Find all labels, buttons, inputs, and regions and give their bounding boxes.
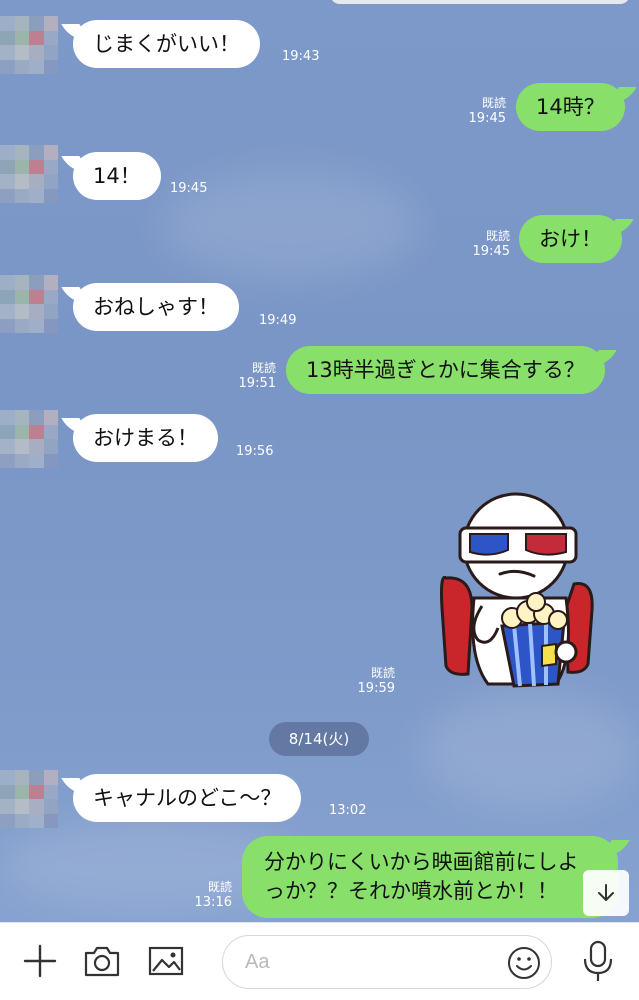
read-receipt: 既読 [481, 96, 506, 110]
camera-button[interactable] [82, 941, 122, 981]
incoming-message-bubble[interactable]: キャナルのどこ〜？ [73, 774, 302, 822]
message-meta: 既読 13:16 [190, 879, 232, 911]
message-meta: 既読 19:59 [351, 665, 395, 697]
contact-avatar[interactable] [0, 410, 58, 468]
incoming-message-bubble[interactable]: おけまる！ [73, 414, 218, 462]
message-time: 19:45 [472, 244, 510, 259]
message-time: 19:45 [468, 111, 506, 126]
contact-avatar[interactable] [0, 275, 58, 333]
read-receipt: 既読 [251, 361, 276, 375]
image-button[interactable] [146, 941, 186, 981]
message-time: 19:45 [170, 181, 208, 196]
message-input[interactable]: Aa [222, 935, 552, 989]
plus-icon [23, 944, 57, 978]
incoming-message-bubble[interactable]: 14！ [73, 152, 161, 200]
incoming-message-bubble[interactable]: じまくがいい！ [73, 20, 260, 68]
message-time: 19:49 [259, 313, 297, 328]
chat-area[interactable]: じまくがいい！ 19:43 既読 19:45 14時？ 14！ 19:45 既読… [0, 0, 639, 922]
image-icon [148, 946, 184, 976]
arrow-down-icon [598, 884, 614, 901]
read-receipt: 既読 [485, 229, 510, 243]
background-cloud [420, 690, 639, 810]
outgoing-message-bubble[interactable]: 分かりにくいから映画館前にしよっか？？それか噴水前とか！！ [242, 836, 618, 918]
camera-icon [84, 946, 120, 977]
message-input-placeholder: Aa [245, 951, 270, 973]
outgoing-message-bubble[interactable]: おけ！ [519, 215, 622, 263]
previous-message-edge [330, 0, 630, 4]
message-meta: 既読 19:51 [232, 360, 276, 392]
message-time: 19:51 [238, 376, 276, 391]
popcorn-character-sticker[interactable] [438, 488, 596, 694]
read-receipt: 既読 [207, 880, 232, 894]
message-time: 19:56 [236, 444, 274, 459]
contact-avatar[interactable] [0, 16, 58, 74]
scroll-to-bottom-button[interactable] [583, 870, 629, 916]
message-time: 19:59 [357, 681, 395, 696]
microphone-icon[interactable] [578, 939, 618, 985]
message-time: 13:16 [194, 895, 232, 910]
message-meta: 既読 19:45 [466, 228, 510, 260]
outgoing-message-bubble[interactable]: 14時？ [516, 83, 625, 131]
smiley-icon[interactable] [506, 945, 542, 981]
contact-avatar[interactable] [0, 770, 58, 828]
message-time: 19:43 [282, 49, 320, 64]
date-separator: 8/14(火) [269, 722, 369, 756]
plus-button[interactable] [20, 941, 60, 981]
message-time: 13:02 [329, 803, 367, 818]
contact-avatar[interactable] [0, 145, 58, 203]
message-input-bar: Aa [0, 922, 639, 1000]
outgoing-message-bubble[interactable]: 13時半過ぎとかに集合する？ [286, 346, 605, 394]
read-receipt: 既読 [370, 666, 395, 680]
incoming-message-bubble[interactable]: おねしゃす！ [73, 283, 239, 331]
message-meta: 既読 19:45 [462, 95, 506, 127]
